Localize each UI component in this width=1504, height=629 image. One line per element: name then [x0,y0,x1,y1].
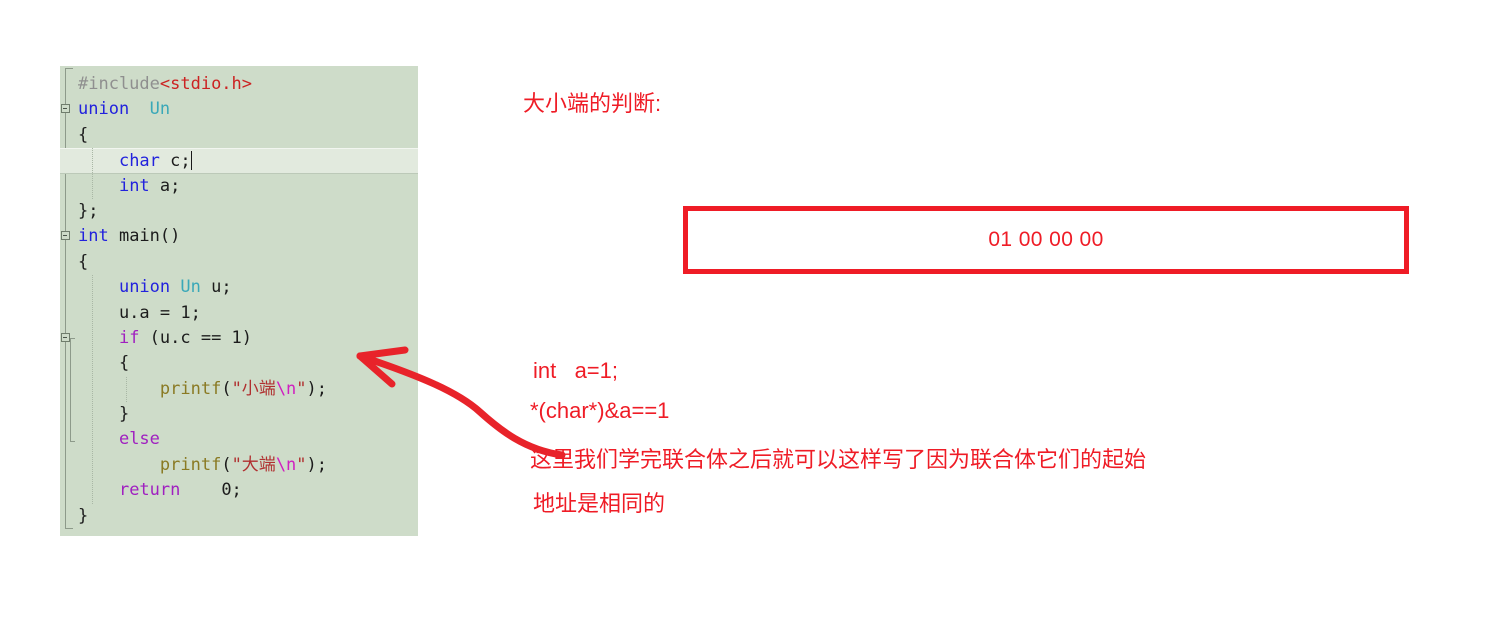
code-line[interactable]: return 0; [74,478,418,503]
text-caret [190,151,192,171]
code-token: ( [221,454,232,475]
code-editor-panel[interactable]: #include<stdio.h> union Un{ char c; int a… [60,66,418,536]
code-token: char [118,151,160,172]
code-token: (u.c == 1) [139,327,253,348]
code-token: u.a = 1; [78,302,201,323]
indent-guide [92,275,93,504]
code-line[interactable]: { [74,250,418,275]
code-token: } [78,505,89,526]
code-line[interactable]: }; [74,199,418,224]
code-token: " [296,454,307,475]
editor-fold-gutter[interactable] [60,66,75,536]
code-token: } [78,404,130,425]
curved-red-arrow-icon [356,346,566,459]
code-token: a [149,175,171,196]
code-token: union [78,99,130,120]
code-token: union [118,277,171,298]
code-token: int [78,226,109,247]
code-token: \n [275,454,297,475]
code-line[interactable]: char c; [60,148,418,174]
code-token: }; [78,200,99,221]
code-token: " [296,378,307,399]
code-token: printf [159,454,222,475]
code-line[interactable]: union Un u; [74,275,418,300]
code-line[interactable]: u.a = 1; [74,301,418,326]
code-line[interactable]: { [74,123,418,148]
code-line[interactable]: int a; [74,174,418,199]
code-token: { [78,251,89,272]
code-token: <stdio.h> [159,74,253,94]
code-token: int [118,175,150,196]
code-line[interactable]: union Un [74,97,418,122]
code-line[interactable]: #include<stdio.h> [74,72,418,97]
code-token: main() [108,226,181,247]
code-line[interactable]: } [74,504,418,529]
code-line[interactable]: int main() [74,224,418,249]
fold-bracket[interactable] [65,68,73,530]
annotation-chinese-line-2: 地址是相同的 [533,491,666,516]
code-token: ; [180,151,191,172]
code-lines-container[interactable]: #include<stdio.h> union Un{ char c; int a… [60,72,418,529]
code-token: ( [221,378,232,399]
code-token: Un [149,99,171,120]
code-token: 0; [180,480,242,501]
hex-value-box: 01 00 00 00 [683,206,1409,274]
code-token: c [159,151,181,172]
code-token: else [118,429,160,450]
code-token: #include [78,74,160,94]
fold-toggle-box[interactable] [61,333,70,342]
code-token: \n [275,378,297,399]
code-token: { [78,124,89,145]
indent-guide [126,376,127,403]
annotation-title: 大小端的判断: [523,91,662,116]
code-token: Un [180,277,201,298]
code-token: ); [306,378,328,399]
fold-toggle-box[interactable] [61,231,70,241]
indent-guide [92,148,93,199]
annotation-chinese-line-1: 这里我们学完联合体之后就可以这样写了因为联合体它们的起始 [530,447,1147,472]
code-token: u; [200,277,232,298]
code-token: "小端 [231,378,276,399]
code-token: if [118,327,140,348]
hex-value-text: 01 00 00 00 [988,228,1104,251]
fold-toggle-box[interactable] [61,104,70,114]
code-token: ; [170,175,181,196]
code-token: "大端 [231,454,276,475]
code-token: ); [306,454,328,475]
code-token: return [118,480,181,501]
code-token: printf [159,378,222,399]
code-token: { [78,353,130,374]
